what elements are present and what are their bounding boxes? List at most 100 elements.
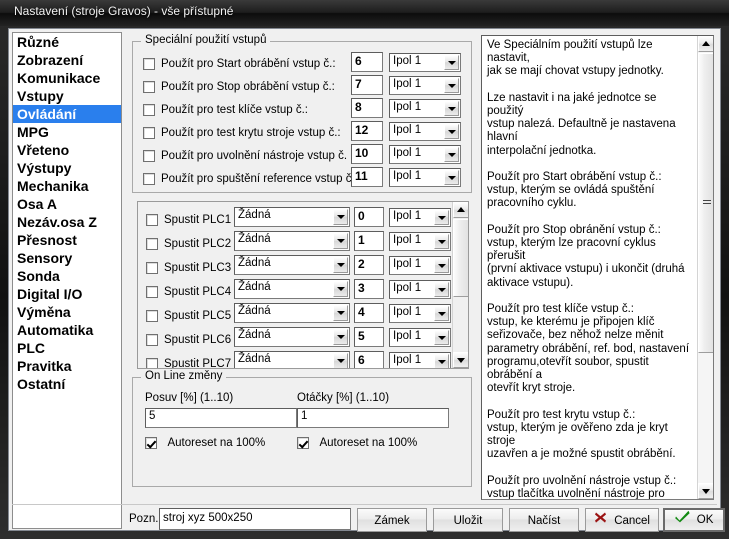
chevron-down-icon[interactable]	[434, 258, 449, 273]
feed-autoreset-row[interactable]: Autoreset na 100%	[145, 434, 265, 452]
sidebar-item-sensory[interactable]: Sensory	[13, 249, 121, 267]
sidebar-item-p-esnost[interactable]: Přesnost	[13, 231, 121, 249]
help-scrollbar[interactable]	[697, 36, 713, 499]
plc-unit-combo[interactable]: Ipol 1	[389, 280, 451, 299]
plc-unit-combo[interactable]: Ipol 1	[389, 328, 451, 347]
sidebar-item-zobrazen[interactable]: Zobrazení	[13, 51, 121, 69]
chevron-down-icon[interactable]	[333, 329, 348, 345]
chevron-down-icon[interactable]	[444, 78, 459, 93]
sidebar-item-v-eteno[interactable]: Vřeteno	[13, 141, 121, 159]
plc-check-row[interactable]: Spustit PLC5	[146, 307, 231, 325]
chevron-down-icon[interactable]	[333, 209, 348, 225]
chevron-down-icon[interactable]	[444, 101, 459, 116]
ok-button[interactable]: OK	[663, 508, 725, 532]
special-input-number[interactable]: 10	[351, 144, 383, 164]
plc-check-row[interactable]: Spustit PLC3	[146, 259, 231, 277]
chevron-down-icon[interactable]	[444, 147, 459, 162]
plc-number-input[interactable]: 5	[354, 327, 384, 347]
special-input-checkbox[interactable]	[143, 80, 155, 93]
special-input-check-row[interactable]: Použít pro uvolnění nástroje vstup č.	[143, 147, 347, 165]
feed-input[interactable]: 5	[145, 408, 297, 428]
chevron-down-icon[interactable]	[434, 282, 449, 297]
plc-action-combo[interactable]: Žádná	[234, 327, 350, 347]
note-input[interactable]: stroj xyz 500x250	[159, 508, 351, 530]
plc-check-row[interactable]: Spustit PLC1	[146, 211, 231, 229]
special-input-check-row[interactable]: Použít pro test krytu stroje vstup č.:	[143, 124, 341, 142]
special-input-unit-combo[interactable]: Ipol 1	[389, 53, 461, 72]
sidebar-item-vstupy[interactable]: Vstupy	[13, 87, 121, 105]
plc-checkbox[interactable]	[146, 333, 158, 346]
chevron-down-icon[interactable]	[434, 306, 449, 321]
special-input-checkbox[interactable]	[143, 172, 155, 185]
spindle-autoreset-row[interactable]: Autoreset na 100%	[297, 434, 417, 452]
special-input-checkbox[interactable]	[143, 103, 155, 116]
spindle-input[interactable]: 1	[297, 408, 449, 428]
special-input-checkbox[interactable]	[143, 57, 155, 70]
sidebar-item-sonda[interactable]: Sonda	[13, 267, 121, 285]
plc-action-combo[interactable]: Žádná	[234, 303, 350, 323]
plc-checkbox[interactable]	[146, 357, 158, 368]
plc-unit-combo[interactable]: Ipol 1	[389, 352, 451, 368]
plc-checkbox[interactable]	[146, 309, 158, 322]
plc-check-row[interactable]: Spustit PLC7	[146, 355, 231, 368]
plc-unit-combo[interactable]: Ipol 1	[389, 256, 451, 275]
plc-number-input[interactable]: 1	[354, 231, 384, 251]
plc-action-combo[interactable]: Žádná	[234, 255, 350, 275]
special-input-checkbox[interactable]	[143, 126, 155, 139]
plc-check-row[interactable]: Spustit PLC4	[146, 283, 231, 301]
load-button[interactable]: Načíst	[509, 508, 579, 532]
plc-action-combo[interactable]: Žádná	[234, 351, 350, 368]
special-input-check-row[interactable]: Použít pro Stop obrábění vstup č.:	[143, 78, 335, 96]
plc-unit-combo[interactable]: Ipol 1	[389, 208, 451, 227]
sidebar-item-r-zn[interactable]: Různé	[13, 33, 121, 51]
special-input-unit-combo[interactable]: Ipol 1	[389, 99, 461, 118]
plc-number-input[interactable]: 3	[354, 279, 384, 299]
special-input-number[interactable]: 12	[351, 121, 383, 141]
chevron-down-icon[interactable]	[434, 330, 449, 345]
sidebar-item-mpg[interactable]: MPG	[13, 123, 121, 141]
plc-checkbox[interactable]	[146, 213, 158, 226]
chevron-down-icon[interactable]	[333, 353, 348, 368]
chevron-down-icon[interactable]	[333, 257, 348, 273]
special-input-unit-combo[interactable]: Ipol 1	[389, 76, 461, 95]
plc-number-input[interactable]: 4	[354, 303, 384, 323]
plc-action-combo[interactable]: Žádná	[234, 279, 350, 299]
feed-autoreset-checkbox[interactable]	[145, 436, 157, 449]
special-input-check-row[interactable]: Použít pro Start obrábění vstup č.:	[143, 55, 336, 73]
cancel-button[interactable]: Cancel	[585, 508, 659, 532]
chevron-down-icon[interactable]	[333, 281, 348, 297]
sidebar-item-automatika[interactable]: Automatika	[13, 321, 121, 339]
plc-number-input[interactable]: 0	[354, 207, 384, 227]
sidebar-item-ostatn[interactable]: Ostatní	[13, 375, 121, 393]
sidebar-item-pravitka[interactable]: Pravitka	[13, 357, 121, 375]
sidebar-item-digital-i-o[interactable]: Digital I/O	[13, 285, 121, 303]
plc-number-input[interactable]: 2	[354, 255, 384, 275]
help-scroll-down-icon[interactable]	[698, 483, 713, 499]
plc-checkbox[interactable]	[146, 261, 158, 274]
chevron-down-icon[interactable]	[434, 210, 449, 225]
sidebar-item-plc[interactable]: PLC	[13, 339, 121, 357]
special-input-unit-combo[interactable]: Ipol 1	[389, 168, 461, 187]
plc-number-input[interactable]: 6	[354, 351, 384, 368]
plc-scroll-up-icon[interactable]	[453, 202, 468, 218]
plc-action-combo[interactable]: Žádná	[234, 207, 350, 227]
plc-check-row[interactable]: Spustit PLC2	[146, 235, 231, 253]
special-input-number[interactable]: 8	[351, 98, 383, 118]
plc-action-combo[interactable]: Žádná	[234, 231, 350, 251]
plc-scrollbar[interactable]	[452, 202, 468, 368]
plc-scroll-down-icon[interactable]	[453, 352, 468, 368]
special-input-number[interactable]: 7	[351, 75, 383, 95]
chevron-down-icon[interactable]	[333, 305, 348, 321]
sidebar-item-nez-v-osa-z[interactable]: Nezáv.osa Z	[13, 213, 121, 231]
sidebar-item-ovl-d-n[interactable]: Ovládání	[13, 105, 121, 123]
lock-button[interactable]: Zámek	[357, 508, 427, 532]
chevron-down-icon[interactable]	[444, 170, 459, 185]
plc-unit-combo[interactable]: Ipol 1	[389, 232, 451, 251]
plc-unit-combo[interactable]: Ipol 1	[389, 304, 451, 323]
chevron-down-icon[interactable]	[434, 354, 449, 368]
sidebar-item-komunikace[interactable]: Komunikace	[13, 69, 121, 87]
plc-checkbox[interactable]	[146, 285, 158, 298]
help-panel[interactable]: Ve Speciálním použití vstupů lze nastavi…	[481, 35, 714, 500]
chevron-down-icon[interactable]	[444, 55, 459, 70]
chevron-down-icon[interactable]	[444, 124, 459, 139]
